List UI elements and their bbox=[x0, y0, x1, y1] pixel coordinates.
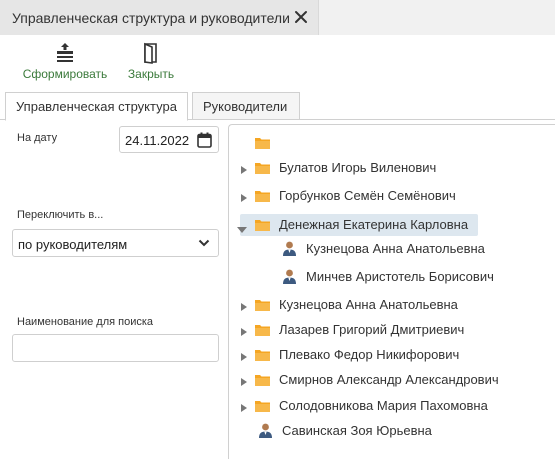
tree-node-label: Горбунков Семён Семёнович bbox=[279, 188, 456, 203]
tree-node[interactable]: Денежная Екатерина Карловна bbox=[229, 214, 549, 236]
chevron-down-icon bbox=[198, 239, 210, 247]
title-tab-strip: Управленческая структура и руководители bbox=[0, 0, 555, 35]
person-icon bbox=[257, 422, 274, 439]
folder-icon bbox=[254, 321, 271, 338]
tree-node[interactable]: Лазарев Григорий Дмитриевич bbox=[229, 319, 549, 341]
tree-node-label: Смирнов Александр Александрович bbox=[279, 372, 499, 387]
search-label: Наименование для поиска bbox=[17, 316, 154, 328]
toolbar: Сформировать Закрыть bbox=[0, 35, 555, 89]
tree-node[interactable] bbox=[229, 132, 549, 154]
expand-arrow-right-icon[interactable] bbox=[240, 400, 248, 412]
close-button-label: Закрыть bbox=[127, 67, 175, 81]
expand-arrow-right-icon[interactable] bbox=[240, 162, 248, 174]
folder-icon bbox=[254, 346, 271, 363]
tree-node-label: Кузнецова Анна Анатольевна bbox=[306, 241, 485, 256]
calendar-icon[interactable] bbox=[197, 132, 212, 148]
tree-node[interactable]: Смирнов Александр Александрович bbox=[229, 369, 549, 391]
expand-arrow-right-icon[interactable] bbox=[240, 299, 248, 311]
date-field[interactable]: 24.11.2022 bbox=[119, 126, 219, 153]
expand-arrow-right-icon[interactable] bbox=[240, 190, 248, 202]
folder-icon bbox=[254, 216, 271, 233]
tree-node-label: Денежная Екатерина Карловна bbox=[279, 217, 469, 232]
tree-node-label: Плевако Федор Никифорович bbox=[279, 347, 460, 362]
structure-tree: Булатов Игорь Виленович Горбунков Семён С… bbox=[228, 124, 555, 459]
tree-node[interactable]: Савинская Зоя Юрьевна bbox=[229, 420, 549, 442]
tree-node-label: Лазарев Григорий Дмитриевич bbox=[279, 322, 465, 337]
search-input[interactable] bbox=[12, 334, 219, 362]
tree-node[interactable]: Минчев Аристотель Борисович bbox=[229, 266, 549, 288]
tree-node-label: Кузнецова Анна Анатольевна bbox=[279, 297, 458, 312]
form-button[interactable]: Сформировать bbox=[18, 39, 112, 85]
tree-node[interactable]: Кузнецова Анна Анатольевна bbox=[229, 294, 549, 316]
filter-panel: На дату 24.11.2022 Переключить в... по р… bbox=[0, 120, 228, 459]
date-value: 24.11.2022 bbox=[125, 133, 190, 148]
date-label: На дату bbox=[17, 132, 58, 144]
switch-label: Переключить в... bbox=[17, 209, 104, 221]
expand-arrow-right-icon[interactable] bbox=[240, 374, 248, 386]
tree-node[interactable]: Кузнецова Анна Анатольевна bbox=[229, 238, 549, 260]
folder-icon bbox=[254, 187, 271, 204]
switch-select-value: по руководителям bbox=[18, 237, 128, 252]
folder-icon bbox=[254, 134, 271, 151]
close-button[interactable]: Закрыть bbox=[122, 39, 180, 85]
tab-management-structure[interactable]: Управленческая структура bbox=[5, 92, 188, 121]
close-icon[interactable] bbox=[293, 9, 309, 25]
tree-node[interactable]: Горбунков Семён Семёнович bbox=[229, 185, 549, 207]
document-tab[interactable]: Управленческая структура и руководители bbox=[0, 0, 319, 35]
door-exit-icon bbox=[144, 42, 157, 64]
folder-icon bbox=[254, 159, 271, 176]
tree-node-label: Минчев Аристотель Борисович bbox=[306, 269, 494, 284]
tree-node-label: Савинская Зоя Юрьевна bbox=[282, 423, 432, 438]
folder-icon bbox=[254, 397, 271, 414]
tree-node[interactable]: Булатов Игорь Виленович bbox=[229, 157, 549, 179]
form-button-label: Сформировать bbox=[22, 67, 108, 81]
tree-node-label: Булатов Игорь Виленович bbox=[279, 160, 437, 175]
expand-arrow-right-icon[interactable] bbox=[240, 349, 248, 361]
form-report-icon bbox=[57, 43, 73, 62]
tree-node[interactable]: Солодовникова Мария Пахомовна bbox=[229, 395, 549, 417]
tab-managers[interactable]: Руководители bbox=[192, 92, 300, 120]
expand-arrow-down-icon[interactable] bbox=[237, 221, 247, 233]
folder-icon bbox=[254, 371, 271, 388]
content-tabs: Управленческая структура Руководители bbox=[0, 89, 555, 121]
expand-arrow-right-icon[interactable] bbox=[240, 324, 248, 336]
person-icon bbox=[281, 240, 298, 257]
tree-node-label: Солодовникова Мария Пахомовна bbox=[279, 398, 488, 413]
switch-select[interactable]: по руководителям bbox=[12, 229, 219, 257]
folder-icon bbox=[254, 296, 271, 313]
person-icon bbox=[281, 268, 298, 285]
document-tab-title: Управленческая структура и руководители bbox=[12, 10, 290, 26]
tree-node[interactable]: Плевако Федор Никифорович bbox=[229, 344, 549, 366]
